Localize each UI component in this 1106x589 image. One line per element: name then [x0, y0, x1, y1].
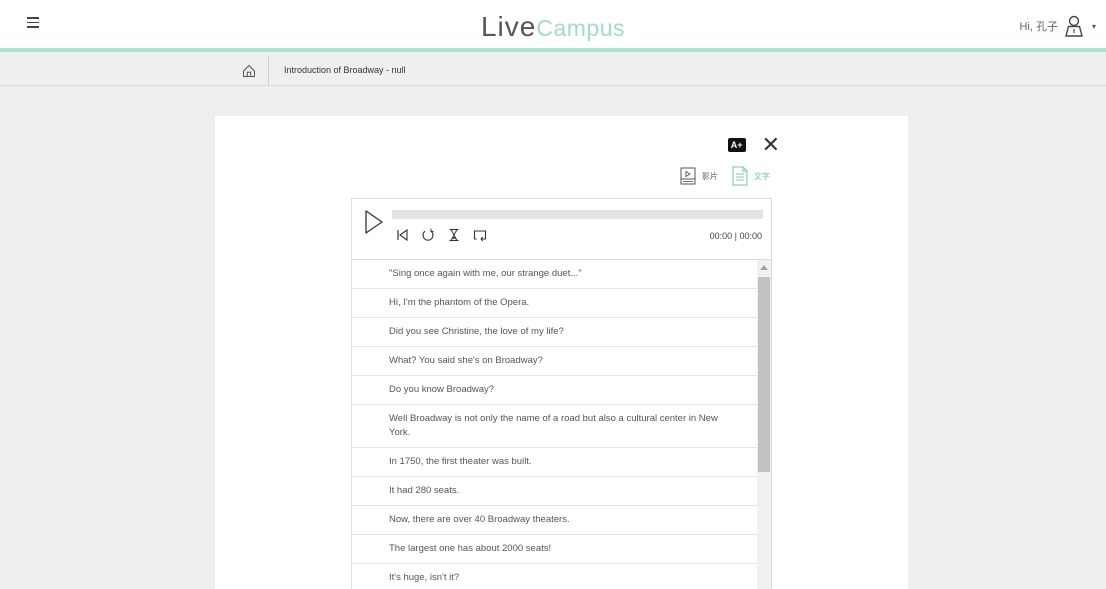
close-icon[interactable]: ✕ [762, 134, 780, 156]
time-display: 00:00 | 00:00 [709, 231, 762, 241]
play-icon[interactable] [364, 209, 384, 235]
logo-live-text: Live [480, 11, 537, 42]
transcript-list[interactable]: "Sing once again with me, our strange du… [351, 260, 772, 589]
transcript-line[interactable]: In 1750, the first theater was built. [352, 448, 758, 477]
transcript-line[interactable]: Well Broadway is not only the name of a … [352, 405, 758, 448]
top-header: LiveCampus Hi, 孔子 ▾ [0, 0, 1106, 52]
breadcrumb: Introduction of Broadway - null [0, 56, 1106, 86]
hourglass-icon[interactable] [448, 228, 460, 242]
video-icon [680, 167, 696, 185]
panel-tools: A+ ✕ [727, 134, 780, 156]
transcript-line[interactable]: Do you know Broadway? [352, 376, 758, 405]
breadcrumb-title: Introduction of Broadway - null [284, 65, 406, 75]
transcript-line[interactable]: Now, there are over 40 Broadway theaters… [352, 506, 758, 535]
user-icon[interactable] [1064, 15, 1084, 37]
logo-campus-text: Campus [536, 15, 626, 41]
replay-icon[interactable] [421, 228, 435, 242]
scrollbar-thumb[interactable] [758, 277, 770, 472]
tab-video[interactable]: 影片 [680, 167, 718, 185]
tab-text-label: 文字 [754, 171, 770, 181]
tab-video-label: 影片 [702, 171, 718, 181]
transcript-line[interactable]: Hi, I'm the phantom of the Opera. [352, 289, 758, 318]
document-icon [732, 166, 748, 186]
transcript-line[interactable]: "Sing once again with me, our strange du… [352, 260, 758, 289]
transcript-line[interactable]: The largest one has about 2000 seats! [352, 535, 758, 564]
caret-down-icon[interactable]: ▾ [1092, 22, 1096, 31]
transcript-line[interactable]: It's huge, isn't it? [352, 564, 758, 589]
transcript-scrollbar[interactable] [757, 260, 771, 589]
home-button[interactable] [229, 56, 269, 86]
tab-text[interactable]: 文字 [732, 166, 770, 186]
user-greeting: Hi, 孔子 [1019, 21, 1058, 33]
home-icon [242, 64, 255, 77]
player-controls [396, 228, 487, 242]
lesson-panel: A+ ✕ 影片 文字 00:00 | 00:00 "Sing once agai… [215, 116, 908, 589]
transcript-line[interactable]: What? You said she's on Broadway? [352, 347, 758, 376]
mode-tabs: 影片 文字 [680, 166, 770, 186]
user-menu[interactable]: Hi, 孔子 ▾ [1019, 12, 1096, 40]
livecampus-logo[interactable]: LiveCampus [0, 10, 1106, 45]
transcript-line[interactable]: Did you see Christine, the love of my li… [352, 318, 758, 347]
transcript-line[interactable]: It had 280 seats. [352, 477, 758, 506]
progress-bar[interactable] [392, 210, 763, 219]
transcript-items: "Sing once again with me, our strange du… [352, 260, 758, 589]
skip-back-icon[interactable] [396, 228, 408, 242]
audio-player: 00:00 | 00:00 [351, 198, 772, 260]
loop-icon[interactable] [473, 228, 487, 242]
font-size-button[interactable]: A+ [727, 138, 746, 152]
scroll-up-arrow-icon[interactable] [760, 265, 768, 270]
